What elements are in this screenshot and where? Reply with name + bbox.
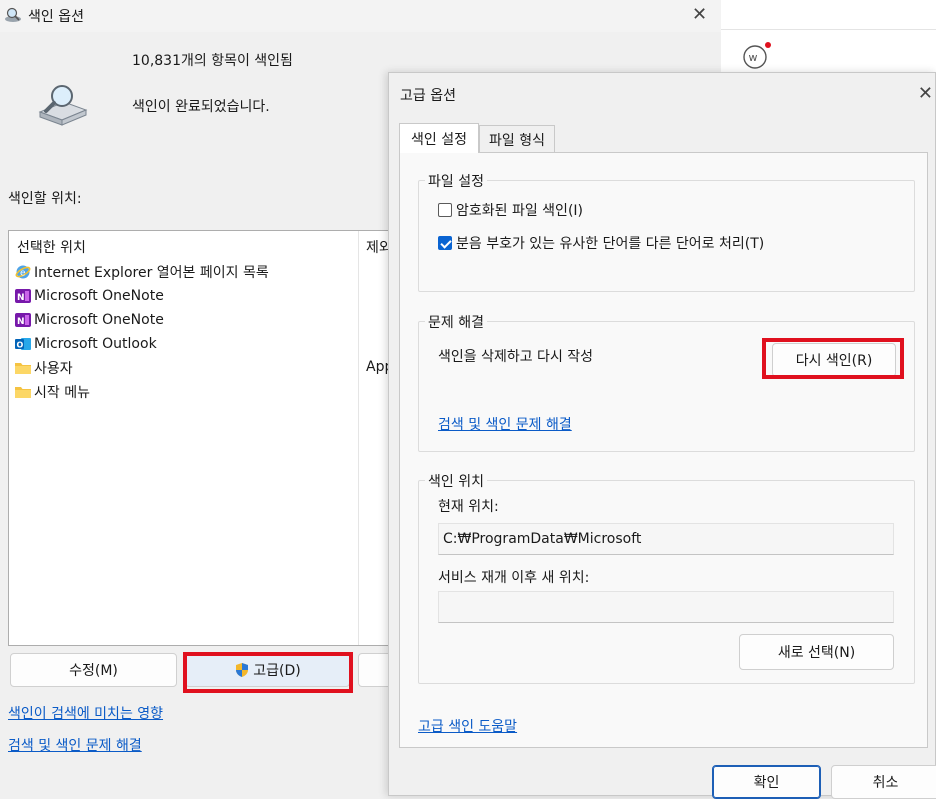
list-item-label: Internet Explorer 열어본 페이지 목록 xyxy=(34,265,269,281)
tab-label: 색인 설정 xyxy=(411,131,467,148)
select-new-button-label: 새로 선택(N) xyxy=(777,645,856,661)
background-app-bar xyxy=(721,0,936,30)
tab-file-types[interactable]: 파일 형식 xyxy=(479,125,555,153)
close-icon[interactable]: ✕ xyxy=(692,6,707,24)
troubleshoot-link[interactable]: 검색 및 색인 문제 해결 xyxy=(438,414,572,434)
current-location-value: C:₩ProgramData₩Microsoft xyxy=(443,531,642,547)
indexing-effect-link[interactable]: 색인이 검색에 미치는 영향 xyxy=(8,703,163,723)
select-new-button[interactable]: 새로 선택(N) xyxy=(739,634,894,670)
list-item[interactable]: O Microsoft Outlook xyxy=(15,333,157,355)
new-location-label: 서비스 재개 이후 새 위치: xyxy=(438,570,590,586)
file-settings-group: 파일 설정 암호화된 파일 색인(I) 분음 부호가 있는 유사한 단어를 다른… xyxy=(418,171,915,292)
diacritics-checkbox-row[interactable]: 분음 부호가 있는 유사한 단어를 다른 단어로 처리(T) xyxy=(438,233,764,253)
locations-heading: 색인할 위치: xyxy=(8,191,82,207)
list-item-label: 시작 메뉴 xyxy=(34,385,90,401)
group-label: 문제 해결 xyxy=(425,312,487,332)
advanced-options-dialog: 고급 옵션 ✕ 색인 설정 파일 형식 파일 설정 암호화된 파일 색인(I) … xyxy=(388,72,936,799)
tab-label: 파일 형식 xyxy=(489,132,545,149)
new-location-field xyxy=(438,591,894,623)
rebuild-button[interactable]: 다시 색인(R) xyxy=(772,343,896,377)
encrypt-label: 암호화된 파일 색인(I) xyxy=(456,203,583,219)
column-header-location[interactable]: 선택한 위치 xyxy=(17,237,86,257)
current-location-field: C:₩ProgramData₩Microsoft xyxy=(438,523,894,555)
modify-button-label: 수정(M) xyxy=(69,663,118,679)
tab-index-settings[interactable]: 색인 설정 xyxy=(399,123,479,153)
onenote-icon: N xyxy=(15,288,31,304)
advanced-button-label: 고급(D) xyxy=(253,663,301,679)
svg-text:O: O xyxy=(17,341,24,350)
uac-shield-icon xyxy=(236,663,249,677)
svg-text:N: N xyxy=(17,293,25,303)
internet-explorer-icon: e xyxy=(15,264,31,280)
current-location-label: 현재 위치: xyxy=(438,499,499,515)
onenote-icon: N xyxy=(15,312,31,328)
tab-panel: 파일 설정 암호화된 파일 색인(I) 분음 부호가 있는 유사한 단어를 다른… xyxy=(399,152,928,748)
list-item[interactable]: N Microsoft OneNote xyxy=(15,285,164,307)
cancel-button-label: 취소 xyxy=(872,775,899,791)
ok-button[interactable]: 확인 xyxy=(712,765,821,799)
list-item-label: Microsoft OneNote xyxy=(34,288,164,304)
cancel-button[interactable]: 취소 xyxy=(831,765,936,799)
troubleshooting-group: 문제 해결 색인을 삭제하고 다시 작성 다시 색인(R) 검색 및 색인 문제… xyxy=(418,312,915,452)
list-item-label: Microsoft Outlook xyxy=(34,336,157,352)
list-item[interactable]: 시작 메뉴 xyxy=(15,381,90,403)
index-location-group: 색인 위치 현재 위치: C:₩ProgramData₩Microsoft 서비… xyxy=(418,471,915,684)
outlook-icon: O xyxy=(15,336,31,352)
dialog-title: 고급 옵션 xyxy=(400,88,456,104)
index-status: 색인이 완료되었습니다. xyxy=(132,99,270,115)
ok-button-label: 확인 xyxy=(753,775,780,791)
diacritics-checkbox[interactable] xyxy=(438,236,452,250)
list-item-label: Microsoft OneNote xyxy=(34,312,164,328)
list-item[interactable]: 사용자 xyxy=(15,357,73,379)
window-title: 색인 옵션 xyxy=(28,9,84,25)
encrypt-checkbox[interactable] xyxy=(438,203,452,217)
advanced-help-link[interactable]: 고급 색인 도움말 xyxy=(418,716,517,736)
title-bar: 색인 옵션 ✕ xyxy=(0,0,721,32)
indexed-count: 10,831개의 항목이 색인됨 xyxy=(132,53,293,69)
column-divider xyxy=(358,231,359,645)
close-icon[interactable]: ✕ xyxy=(918,83,933,104)
svg-text:e: e xyxy=(20,269,26,279)
locations-list[interactable]: 선택한 위치 제외 e Internet Explorer 열어본 페이지 목록… xyxy=(8,230,408,646)
encrypt-checkbox-row[interactable]: 암호화된 파일 색인(I) xyxy=(438,200,583,220)
modify-button[interactable]: 수정(M) xyxy=(10,653,177,687)
indexing-drive-icon xyxy=(38,85,88,126)
folder-icon xyxy=(15,384,31,400)
list-item[interactable]: N Microsoft OneNote xyxy=(15,309,164,331)
rebuild-text: 색인을 삭제하고 다시 작성 xyxy=(438,349,594,365)
list-item[interactable]: e Internet Explorer 열어본 페이지 목록 xyxy=(15,261,269,283)
w-logo-icon: w xyxy=(743,42,771,69)
group-label: 색인 위치 xyxy=(425,471,487,491)
svg-text:N: N xyxy=(17,317,25,327)
group-label: 파일 설정 xyxy=(425,171,487,191)
list-item-label: 사용자 xyxy=(34,361,73,377)
troubleshoot-link[interactable]: 검색 및 색인 문제 해결 xyxy=(8,735,142,755)
indexing-icon xyxy=(5,7,21,22)
folder-icon xyxy=(15,360,31,376)
rebuild-button-label: 다시 색인(R) xyxy=(795,353,873,369)
diacritics-label: 분음 부호가 있는 유사한 단어를 다른 단어로 처리(T) xyxy=(456,236,765,252)
svg-text:w: w xyxy=(749,51,758,64)
advanced-button[interactable]: 고급(D) xyxy=(185,653,350,687)
